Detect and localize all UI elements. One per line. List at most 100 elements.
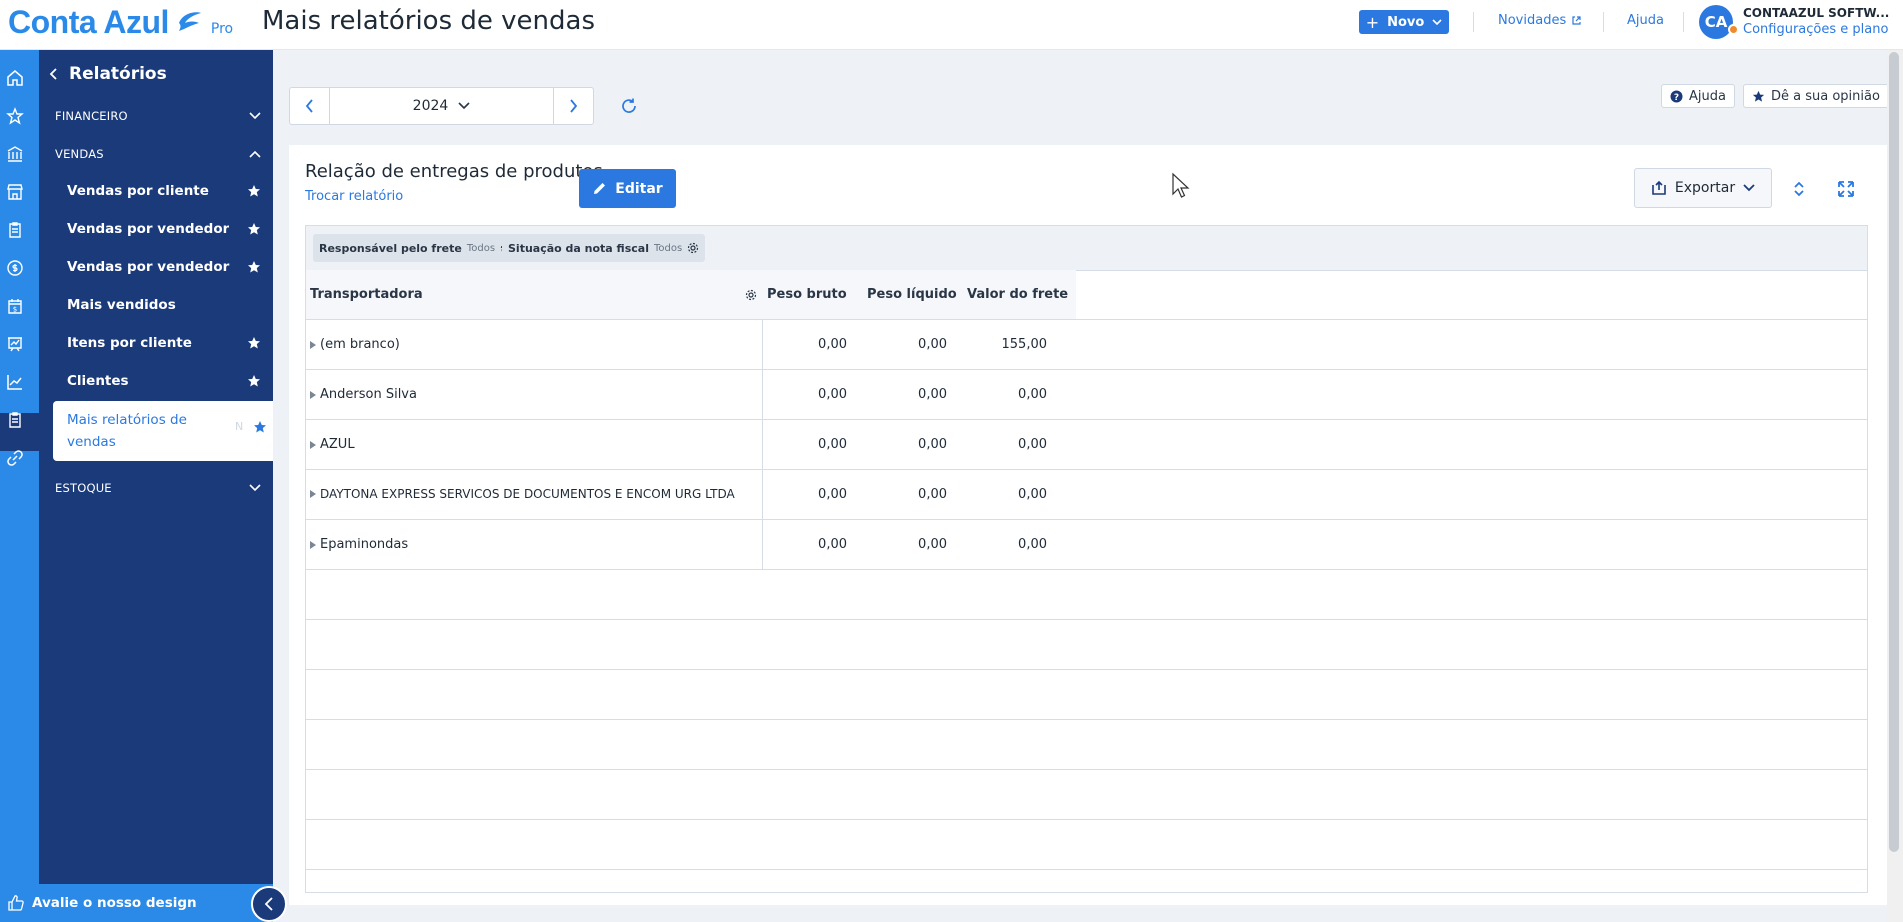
sidebar-item-mais-vendidos[interactable]: Mais vendidos <box>67 297 261 313</box>
store-icon[interactable] <box>6 183 24 201</box>
sidebar-item-vendas-por-vendedor-periodo[interactable]: Vendas por vendedor no período <box>67 259 261 275</box>
filter-chip-invoice-status[interactable]: Situação da nota fiscal Todos <box>502 234 706 262</box>
column-header-gross-weight[interactable]: Peso bruto <box>767 287 847 302</box>
sidebar-item-mais-relatorios-de-vendas[interactable]: Mais relatórios de vendas N <box>53 401 273 461</box>
star-icon[interactable] <box>247 260 261 274</box>
money-icon[interactable] <box>6 259 24 277</box>
divider <box>1603 12 1604 32</box>
calendar-money-icon[interactable]: $ <box>6 297 24 315</box>
plan-settings-link[interactable]: Configurações e plano <box>1743 22 1888 37</box>
chevron-down-icon <box>458 102 470 110</box>
previous-year-button[interactable] <box>290 88 330 124</box>
table-row[interactable]: AZUL 0,00 0,00 0,00 <box>306 420 1867 470</box>
home-icon[interactable] <box>6 69 24 87</box>
sidebar-item-label: Vendas por vendedor no período <box>67 259 232 275</box>
row-expander[interactable]: Epaminondas <box>310 537 408 552</box>
row-expander[interactable]: DAYTONA EXPRESS SERVICOS DE DOCUMENTOS E… <box>310 487 735 501</box>
plus-icon: + <box>1365 12 1380 32</box>
gear-icon[interactable] <box>687 242 699 254</box>
sidebar-back[interactable]: Relatórios <box>49 64 167 84</box>
brand-logo[interactable]: Conta Azul Pro <box>8 4 233 41</box>
refresh-icon[interactable] <box>620 97 638 115</box>
sidebar-section-financeiro[interactable]: FINANCEIRO <box>55 109 261 123</box>
section-label: ESTOQUE <box>55 481 112 495</box>
carrier-name: AZUL <box>320 437 355 452</box>
help-button-label: Ajuda <box>1689 88 1726 104</box>
row-expander[interactable]: AZUL <box>310 437 355 452</box>
column-header-carrier[interactable]: Transportadora <box>310 287 423 302</box>
star-icon[interactable] <box>253 420 267 434</box>
sidebar-section-vendas[interactable]: VENDAS <box>55 147 261 161</box>
chevron-up-icon <box>249 150 261 158</box>
freight-cell: 0,00 <box>1018 537 1047 552</box>
new-button[interactable]: + Novo <box>1359 10 1449 34</box>
freight-cell: 155,00 <box>1001 337 1048 352</box>
empty-row <box>306 620 1867 670</box>
year-selector: 2024 <box>289 87 594 125</box>
column-header-freight[interactable]: Valor do frete <box>967 287 1068 302</box>
column-divider <box>762 370 763 420</box>
freight-cell: 0,00 <box>1018 487 1047 502</box>
switch-report-link[interactable]: Trocar relatório <box>305 189 403 204</box>
chevron-down-icon <box>249 484 261 492</box>
table-row[interactable]: Anderson Silva 0,00 0,00 0,00 <box>306 370 1867 420</box>
scrollbar-thumb[interactable] <box>1889 52 1899 852</box>
external-link-icon <box>1572 16 1581 25</box>
chevron-left-icon <box>305 99 313 113</box>
net-weight-cell: 0,00 <box>918 487 947 502</box>
sidebar-section-estoque[interactable]: ESTOQUE <box>55 481 261 495</box>
star-icon[interactable] <box>247 374 261 388</box>
sidebar-item-vendas-por-vendedor[interactable]: Vendas por vendedor <box>67 221 261 237</box>
edit-button[interactable]: Editar <box>579 169 676 208</box>
column-divider <box>762 320 763 370</box>
next-year-button[interactable] <box>553 88 593 124</box>
star-icon[interactable] <box>247 222 261 236</box>
sidebar-item-label: Vendas por cliente <box>67 183 209 199</box>
year-dropdown[interactable]: 2024 <box>330 88 553 124</box>
gross-weight-cell: 0,00 <box>818 337 847 352</box>
row-expander[interactable]: Anderson Silva <box>310 387 417 402</box>
brand-tier: Pro <box>210 21 234 37</box>
new-button-label: Novo <box>1387 14 1425 30</box>
mouse-cursor-icon <box>1172 172 1190 198</box>
brand-name: Conta Azul <box>8 4 169 40</box>
svg-text:?: ? <box>1674 93 1679 103</box>
document-icon[interactable] <box>6 411 24 429</box>
table-row[interactable]: DAYTONA EXPRESS SERVICOS DE DOCUMENTOS E… <box>306 470 1867 520</box>
expand-icon <box>310 440 316 449</box>
avatar[interactable]: CA <box>1699 5 1733 39</box>
rate-design-button[interactable]: Avalie o nosso design <box>0 884 273 922</box>
bank-icon[interactable] <box>6 145 24 163</box>
star-icon[interactable] <box>247 336 261 350</box>
chart-board-icon[interactable] <box>6 335 24 353</box>
gear-icon[interactable] <box>745 289 757 301</box>
star-icon[interactable] <box>6 107 24 125</box>
company-name[interactable]: CONTAAZUL SOFTW... <box>1743 6 1889 20</box>
table-row[interactable]: Epaminondas 0,00 0,00 0,00 <box>306 520 1867 570</box>
table-row[interactable]: (em branco) 0,00 0,00 155,00 <box>306 320 1867 370</box>
help-button[interactable]: ? Ajuda <box>1661 84 1735 108</box>
help-link[interactable]: Ajuda <box>1627 13 1664 28</box>
row-expander[interactable]: (em branco) <box>310 337 400 352</box>
export-button[interactable]: Exportar <box>1634 168 1772 208</box>
expand-collapse-icon[interactable] <box>1789 179 1809 199</box>
help-link-label: Ajuda <box>1627 13 1664 28</box>
news-link[interactable]: Novidades <box>1498 13 1582 28</box>
empty-row <box>306 670 1867 720</box>
sidebar-item-itens-por-cliente[interactable]: Itens por cliente <box>67 335 261 351</box>
line-chart-icon[interactable] <box>6 373 24 391</box>
star-icon[interactable] <box>247 184 261 198</box>
sidebar-item-label: Clientes <box>67 373 129 389</box>
sidebar-item-clientes[interactable]: Clientes <box>67 373 261 389</box>
feedback-button[interactable]: Dê a sua opinião <box>1743 84 1889 108</box>
export-icon <box>1652 180 1666 195</box>
sidebar-item-vendas-por-cliente[interactable]: Vendas por cliente <box>67 183 261 199</box>
column-header-net-weight[interactable]: Peso líquido <box>867 287 957 302</box>
filter-chip-freight-responsible[interactable]: Responsável pelo frete Todos <box>313 234 519 262</box>
collapse-sidebar-button[interactable] <box>251 886 287 922</box>
clipboard-icon[interactable] <box>6 221 24 239</box>
section-label: FINANCEIRO <box>55 109 128 123</box>
fullscreen-icon[interactable] <box>1836 179 1856 199</box>
link-icon[interactable] <box>6 449 24 467</box>
gross-weight-cell: 0,00 <box>818 387 847 402</box>
